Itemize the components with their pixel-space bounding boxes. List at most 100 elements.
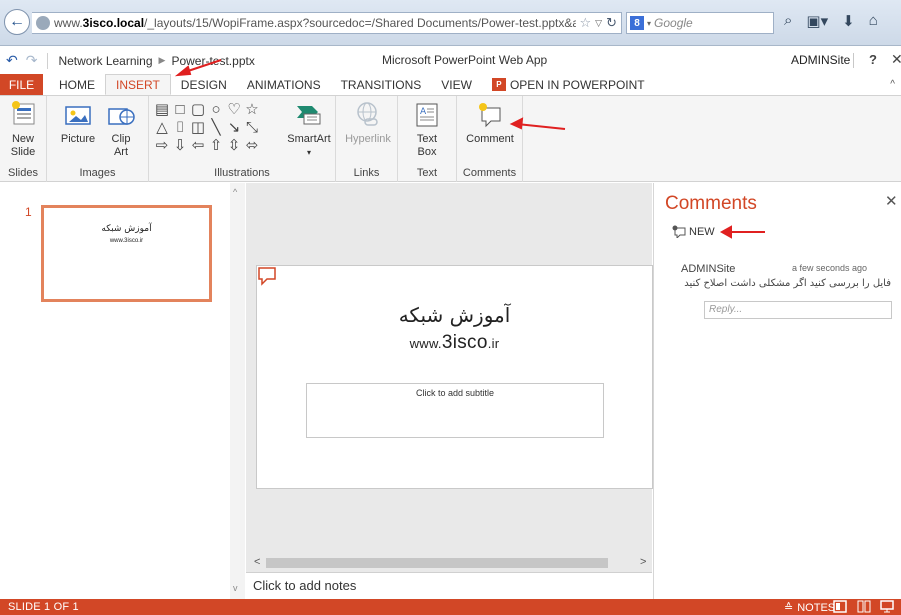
tab-animations[interactable]: ANIMATIONS xyxy=(237,74,331,95)
picture-label: Picture xyxy=(60,133,96,145)
star-shape-icon[interactable]: ☆ xyxy=(243,101,261,119)
horizontal-scrollbar[interactable]: < > xyxy=(246,555,652,571)
double-arrow-line-shape-icon[interactable]: ⤡ xyxy=(243,119,261,137)
notes-pane[interactable]: Click to add notes xyxy=(246,572,652,599)
search-bar[interactable]: 8 ▾ Google xyxy=(626,12,774,34)
history-dropdown-icon[interactable]: ▽ xyxy=(595,18,602,29)
tab-view[interactable]: VIEW xyxy=(431,74,482,95)
url-text: www.3isco.local/_layouts/15/WopiFrame.as… xyxy=(54,16,576,30)
oval-shape-icon[interactable]: ○ xyxy=(207,101,225,119)
breadcrumb-file[interactable]: Power-test.pptx xyxy=(171,54,254,68)
editing-view-icon[interactable] xyxy=(833,600,847,613)
thumbnail-scrollbar[interactable]: ^ v xyxy=(230,183,245,599)
slide-website[interactable]: www.3isco.ir xyxy=(257,332,652,354)
status-bar: SLIDE 1 OF 1 ≙ NOTES xyxy=(0,599,901,615)
group-label: Slides xyxy=(8,167,38,179)
tab-design[interactable]: DESIGN xyxy=(171,74,237,95)
cylinder-shape-icon[interactable]: ⌷ xyxy=(171,119,189,137)
new-slide-button[interactable]: New Slide xyxy=(5,100,41,159)
reading-view-icon[interactable] xyxy=(857,600,871,613)
breadcrumb-site[interactable]: Network Learning xyxy=(58,54,152,68)
comments-panel: Comments ✕ NEW ADMINSite a few seconds a… xyxy=(653,183,901,599)
app-header: ↶ ↷ Network Learning ▶ Power-test.pptx M… xyxy=(0,47,901,74)
search-input[interactable]: Google xyxy=(654,16,773,30)
group-text: A Text Box Text xyxy=(398,96,457,182)
user-name[interactable]: ADMINSite xyxy=(791,53,850,67)
hyperlink-button[interactable]: Hyperlink xyxy=(343,100,393,146)
address-bar[interactable]: www.3isco.local/_layouts/15/WopiFrame.as… xyxy=(32,12,622,34)
collapse-ribbon-icon[interactable]: ^ xyxy=(890,79,895,90)
scroll-right-icon[interactable]: > xyxy=(640,556,646,568)
reply-input[interactable]: Reply... xyxy=(704,301,892,319)
clip-art-icon xyxy=(108,108,135,125)
text-box-label-1: Text xyxy=(416,133,438,145)
search-engine-icon[interactable]: 8 xyxy=(630,16,644,30)
subtitle-placeholder[interactable]: Click to add subtitle xyxy=(306,383,604,438)
callout-shape-icon[interactable]: ♡ xyxy=(225,101,243,119)
new-comment-button[interactable]: NEW xyxy=(672,225,715,238)
redo-icon[interactable]: ↷ xyxy=(26,52,38,69)
down-arrow-shape-icon[interactable]: ⇩ xyxy=(171,137,189,155)
scroll-left-icon[interactable]: < xyxy=(254,556,260,568)
comment-button[interactable]: Comment xyxy=(463,100,517,146)
up-down-arrow-shape-icon[interactable]: ⇳ xyxy=(225,137,243,155)
reload-icon[interactable]: ↻ xyxy=(606,15,621,31)
slide-thumbnail[interactable]: آموزش شبکه www.3isco.ir xyxy=(41,205,212,302)
shapes-gallery[interactable]: ▤ □ ▢ ○ ♡ ☆ △ ⌷ ◫ ╲ ↘ ⤡ ⇨ ⇩ ⇦ ⇧ ⇳ ⬄ xyxy=(153,101,261,155)
text-box-button[interactable]: A Text Box xyxy=(410,100,444,159)
text-box-shape-icon[interactable]: ▤ xyxy=(153,101,171,119)
close-comments-button[interactable]: ✕ xyxy=(885,192,898,210)
tab-insert[interactable]: INSERT xyxy=(105,74,171,95)
tab-open-in-powerpoint[interactable]: P OPEN IN POWERPOINT xyxy=(482,74,655,95)
slide-canvas[interactable]: آموزش شبکه www.3isco.ir Click to add sub… xyxy=(256,265,653,489)
group-label: Images xyxy=(79,167,116,179)
bookmarks-icon[interactable]: ▣▾ xyxy=(806,12,828,30)
right-arrow-shape-icon[interactable]: ⇨ xyxy=(153,137,171,155)
arrow-line-shape-icon[interactable]: ↘ xyxy=(225,119,243,137)
search-icon[interactable]: ⌕ xyxy=(784,12,792,30)
picture-icon xyxy=(65,106,91,125)
notes-label: NOTES xyxy=(797,601,836,614)
close-button[interactable]: ✕ xyxy=(891,51,901,68)
up-arrow-shape-icon[interactable]: ⇧ xyxy=(207,137,225,155)
clip-art-button[interactable]: Clip Art xyxy=(103,100,139,159)
ribbon-tabs: FILE HOME INSERT DESIGN ANIMATIONS TRANS… xyxy=(0,74,901,95)
comment-text: فایل را بررسی کنید اگر مشکلی داشت اصلاح … xyxy=(684,278,891,289)
search-engine-dropdown-icon[interactable]: ▾ xyxy=(647,19,651,28)
cube-shape-icon[interactable]: ◫ xyxy=(189,119,207,137)
undo-icon[interactable]: ↶ xyxy=(6,52,18,69)
comment-marker-icon[interactable] xyxy=(257,266,279,286)
comments-title: Comments xyxy=(665,193,757,214)
scroll-down-icon[interactable]: v xyxy=(233,583,238,593)
left-arrow-shape-icon[interactable]: ⇦ xyxy=(189,137,207,155)
browser-toolbar: ← www.3isco.local/_layouts/15/WopiFrame.… xyxy=(0,0,901,46)
chevron-right-icon: ▶ xyxy=(158,55,166,65)
picture-button[interactable]: Picture xyxy=(58,100,98,146)
help-button[interactable]: ? xyxy=(869,52,877,67)
slide-count: SLIDE 1 OF 1 xyxy=(8,601,79,613)
text-box-label-2: Box xyxy=(417,146,437,158)
triangle-shape-icon[interactable]: △ xyxy=(153,119,171,137)
ribbon-insert: New Slide Slides Picture Clip Art Images… xyxy=(0,95,901,182)
notes-toggle-button[interactable]: ≙ NOTES xyxy=(784,601,836,615)
rounded-rectangle-shape-icon[interactable]: ▢ xyxy=(189,101,207,119)
tab-home[interactable]: HOME xyxy=(49,74,105,95)
slide-title[interactable]: آموزش شبکه xyxy=(257,303,652,327)
download-icon[interactable]: ⬇ xyxy=(842,12,855,30)
line-shape-icon[interactable]: ╲ xyxy=(207,119,225,137)
left-right-arrow-shape-icon[interactable]: ⬄ xyxy=(243,137,261,155)
rectangle-shape-icon[interactable]: □ xyxy=(171,101,189,119)
smartart-button[interactable]: SmartArt ▾ xyxy=(285,100,333,159)
slide-show-icon[interactable] xyxy=(880,600,894,613)
bookmark-star-icon[interactable]: ☆ xyxy=(580,15,592,31)
smartart-label: SmartArt xyxy=(287,133,331,145)
thumbnail-subtitle: www.3isco.ir xyxy=(109,238,144,244)
tab-file[interactable]: FILE xyxy=(0,74,43,95)
tab-transitions[interactable]: TRANSITIONS xyxy=(331,74,432,95)
scroll-up-icon[interactable]: ^ xyxy=(233,187,237,197)
back-button[interactable]: ← xyxy=(4,9,30,35)
scrollbar-thumb[interactable] xyxy=(266,558,608,568)
tab-open-in-powerpoint-label: OPEN IN POWERPOINT xyxy=(509,77,645,92)
site-identity-icon[interactable] xyxy=(36,16,50,30)
home-icon[interactable]: ⌂ xyxy=(869,12,878,30)
